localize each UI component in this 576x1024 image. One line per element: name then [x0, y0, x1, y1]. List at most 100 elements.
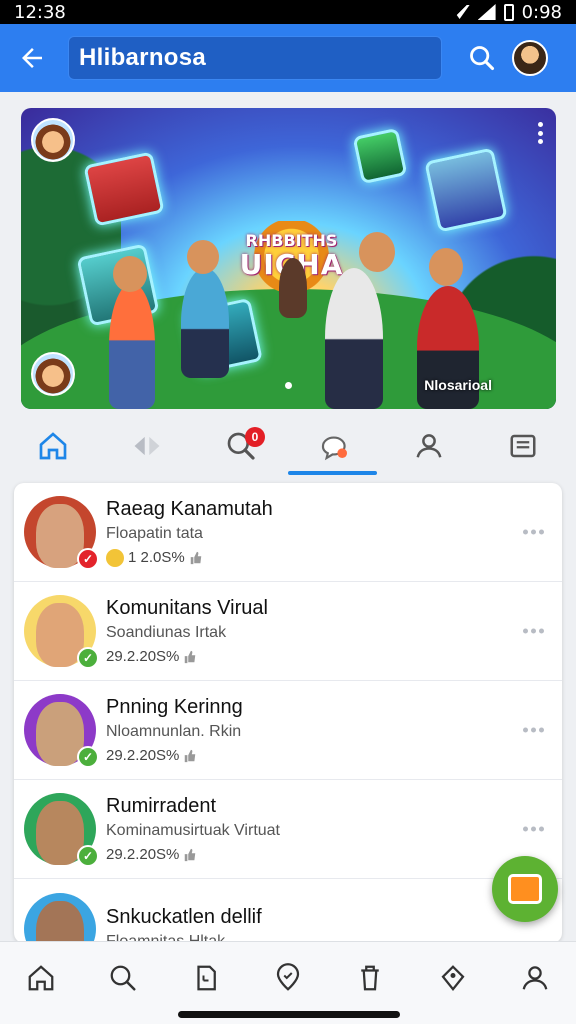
person-figure [181, 268, 229, 378]
nav-home[interactable] [17, 954, 65, 1002]
hero-caption: Nlosarioal [424, 377, 492, 393]
search-icon [470, 46, 495, 71]
tab-row: 0 [0, 414, 576, 478]
avatar: ✓ [24, 694, 99, 768]
thumbs-up-icon [185, 848, 196, 861]
home-icon [39, 432, 67, 460]
verified-badge-icon: ✓ [77, 647, 99, 669]
search-input[interactable]: Hlibarnosa [68, 36, 442, 80]
thumbs-up-icon [185, 749, 196, 762]
active-tab-indicator [288, 471, 377, 475]
status-bar: 12:38 0:98 [0, 0, 576, 24]
list-item[interactable]: ✓ Pnning Kerinng Nloamnunlan. Rkin 29.2.… [14, 681, 562, 780]
avatar: ✓ [24, 496, 99, 570]
diamond-arrows-icon [134, 436, 160, 456]
tab-search[interactable]: 0 [211, 421, 271, 471]
tab-document[interactable] [493, 421, 553, 471]
arrow-left-icon [22, 48, 42, 68]
document-icon [197, 965, 216, 991]
more-vertical-icon[interactable] [538, 122, 544, 144]
chat-bubble-icon [321, 436, 347, 461]
document-icon [510, 434, 536, 458]
avatar: ✓ [24, 595, 99, 669]
item-meta-value: 29.2.20S% [106, 846, 180, 863]
bear-figure [279, 258, 307, 318]
character-card [424, 147, 508, 233]
list-item[interactable]: Snkuckatlen dellif Floamnitas Hltak [14, 879, 562, 943]
person-icon [522, 966, 548, 990]
battery-icon [503, 3, 514, 21]
nav-trash[interactable] [346, 954, 394, 1002]
person-head [113, 256, 147, 292]
person-head [187, 240, 219, 274]
item-title: Raeag Kanamutah [106, 497, 273, 520]
more-options-button[interactable] [523, 727, 544, 733]
floating-action-button[interactable] [492, 856, 558, 922]
nav-tag[interactable] [429, 954, 477, 1002]
item-meta: 29.2.20S% [106, 846, 552, 863]
item-subtitle: Soandiunas Irtak [106, 624, 227, 641]
emoji-icon [106, 548, 124, 567]
list-item[interactable]: ✓ Rumirradent Kominamusirtuak Virtuat 29… [14, 780, 562, 879]
search-icon [111, 965, 136, 991]
more-options-button[interactable] [523, 529, 544, 535]
search-input-value: Hlibarnosa [79, 44, 207, 71]
status-time: 12:38 [14, 1, 66, 23]
hero-avatar-top [31, 118, 75, 162]
tab-chat[interactable] [305, 421, 365, 471]
more-options-button[interactable] [523, 826, 544, 832]
back-button[interactable] [12, 38, 52, 78]
item-subtitle: Kominamusirtuak Virtuat [106, 822, 280, 839]
avatar: ✓ [24, 793, 99, 867]
item-meta-value: 1 2.0S% [128, 549, 185, 566]
person-head [429, 248, 463, 286]
tab-home[interactable] [23, 421, 83, 471]
avatar [24, 892, 96, 943]
item-meta: 29.2.20S% [106, 648, 552, 665]
item-title: Pnning Kerinng [106, 696, 243, 718]
battery-text: 0:98 [521, 1, 562, 23]
item-meta-value: 29.2.20S% [106, 747, 180, 764]
home-icon [28, 965, 54, 991]
hero-avatar-bottom [31, 352, 75, 396]
nav-document[interactable] [182, 954, 230, 1002]
search-button[interactable] [462, 38, 502, 78]
profile-avatar[interactable] [512, 40, 548, 76]
verified-badge-icon: ✓ [77, 845, 99, 867]
nav-location[interactable] [264, 954, 312, 1002]
item-title: Rumirradent [106, 795, 217, 817]
item-meta: 1 2.0S% [106, 548, 552, 567]
person-head [359, 232, 395, 272]
carousel-dots [285, 382, 292, 389]
item-subtitle: Nloamnunlan. Rkin [106, 723, 242, 740]
thumbs-up-icon [190, 551, 201, 564]
item-title: Snkuckatlen dellif [106, 906, 262, 928]
verified-badge-icon: ✓ [77, 746, 99, 768]
home-indicator [178, 1011, 400, 1018]
item-meta: 29.2.20S% [106, 747, 552, 764]
tab-switch[interactable] [117, 421, 177, 471]
status-icons: 0:98 [449, 1, 562, 23]
community-list: ✓ Raeag Kanamutah Floapatin tata 1 2.0S%… [14, 483, 562, 943]
location-icon [276, 963, 300, 991]
list-item[interactable]: ✓ Komunitans Virual Soandiunas Irtak 29.… [14, 582, 562, 681]
app-bar: Hlibarnosa [0, 24, 576, 92]
nav-profile[interactable] [511, 954, 559, 1002]
nav-search[interactable] [99, 954, 147, 1002]
character-card [83, 151, 165, 227]
person-icon [416, 434, 442, 458]
trash-icon [361, 965, 380, 991]
thumbs-up-icon [185, 650, 196, 663]
more-options-button[interactable] [523, 628, 544, 634]
person-figure [325, 268, 383, 409]
item-title: Komunitans Virual [106, 597, 268, 619]
hero-banner[interactable]: RHBBITHS UICHA Nlosarioal [21, 108, 556, 409]
notification-badge: 0 [245, 427, 265, 447]
character-card [352, 127, 408, 185]
signal-icon [477, 4, 496, 20]
wifi-icon [449, 5, 470, 19]
item-meta-value: 29.2.20S% [106, 648, 180, 665]
person-figure [109, 283, 155, 409]
list-item[interactable]: ✓ Raeag Kanamutah Floapatin tata 1 2.0S% [14, 483, 562, 582]
tab-profile[interactable] [399, 421, 459, 471]
